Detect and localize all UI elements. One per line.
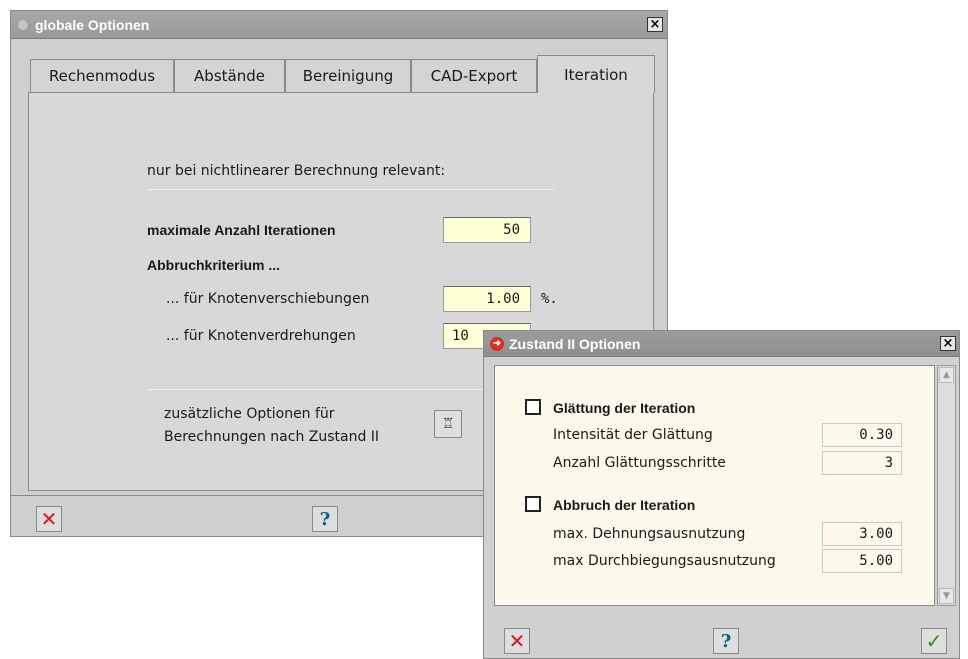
help-button[interactable]: ? — [312, 506, 338, 532]
glaettung-checkbox[interactable] — [525, 399, 541, 415]
schritte-input[interactable]: 3 — [822, 451, 902, 475]
verschiebung-input[interactable]: 1.00 — [443, 286, 531, 312]
tab-rechenmodus[interactable]: Rechenmodus — [30, 59, 174, 92]
scroll-down-icon[interactable]: ▼ — [939, 588, 954, 604]
tab-abstaende[interactable]: Abstände — [174, 59, 285, 92]
verschiebung-label: ... für Knotenverschiebungen — [166, 291, 370, 307]
tab-bereinigung[interactable]: Bereinigung — [285, 59, 411, 92]
glaettung-label: Glättung der Iteration — [553, 400, 696, 416]
zustand-help-button[interactable]: ? — [713, 628, 739, 654]
help-icon: ? — [319, 508, 331, 530]
close-icon[interactable]: × — [647, 17, 663, 32]
window-title: globale Optionen — [35, 16, 150, 33]
zustand-titlebar[interactable]: ➜ Zustand II Optionen — [484, 331, 959, 357]
arrow-right-icon: ➜ — [490, 336, 504, 351]
percent-unit: %. — [541, 291, 558, 307]
schritte-label: Anzahl Glättungsschritte — [553, 455, 726, 471]
abbruch-iteration-label: Abbruch der Iteration — [553, 497, 696, 513]
window-menu-icon[interactable] — [17, 18, 29, 31]
vertical-scrollbar[interactable]: ▲ ▼ — [937, 365, 956, 606]
durchbiegung-label: max Durchbiegungsausnutzung — [553, 553, 776, 569]
extra-options-line2: Berechnungen nach Zustand II — [164, 429, 380, 445]
extra-options-line1: zusätzliche Optionen für — [164, 406, 335, 422]
zustand-options-window: ➜ Zustand II Optionen × Glättung der Ite… — [483, 330, 960, 659]
dehnung-label: max. Dehnungsausnutzung — [553, 526, 746, 542]
checkmark-icon: ✓ — [925, 629, 943, 653]
cancel-button[interactable]: ✕ — [36, 506, 62, 532]
cancel-icon: ✕ — [40, 507, 58, 531]
open-zustand-options-button[interactable]: ♖ — [434, 410, 462, 438]
divider-top — [147, 189, 554, 190]
intensitaet-label: Intensität der Glättung — [553, 427, 713, 443]
global-options-titlebar[interactable]: globale Optionen — [11, 11, 667, 39]
help-icon: ? — [720, 630, 732, 652]
max-iterations-input[interactable]: 50 — [443, 217, 531, 243]
intensitaet-input[interactable]: 0.30 — [822, 423, 902, 447]
max-iterations-label: maximale Anzahl Iterationen — [147, 222, 336, 238]
car-icon: ♖ — [441, 416, 455, 432]
dehnung-input[interactable]: 3.00 — [822, 522, 902, 546]
abbruch-label: Abbruchkriterium ... — [147, 257, 281, 273]
tab-cad-export[interactable]: CAD-Export — [411, 59, 537, 92]
verdrehung-label: ... für Knotenverdrehungen — [166, 328, 356, 344]
zustand-ok-button[interactable]: ✓ — [921, 628, 947, 654]
zustand-window-title: Zustand II Optionen — [509, 335, 641, 352]
durchbiegung-input[interactable]: 5.00 — [822, 549, 902, 573]
intro-text: nur bei nichtlinearer Berechnung relevan… — [147, 163, 446, 179]
zustand-panel: Glättung der Iteration Intensität der Gl… — [494, 365, 935, 606]
close-icon[interactable]: × — [940, 336, 956, 351]
tab-iteration[interactable]: Iteration — [537, 55, 655, 93]
abbruch-checkbox[interactable] — [525, 496, 541, 512]
scroll-up-icon[interactable]: ▲ — [939, 367, 954, 383]
zustand-cancel-button[interactable]: ✕ — [504, 628, 530, 654]
cancel-icon: ✕ — [508, 629, 526, 653]
